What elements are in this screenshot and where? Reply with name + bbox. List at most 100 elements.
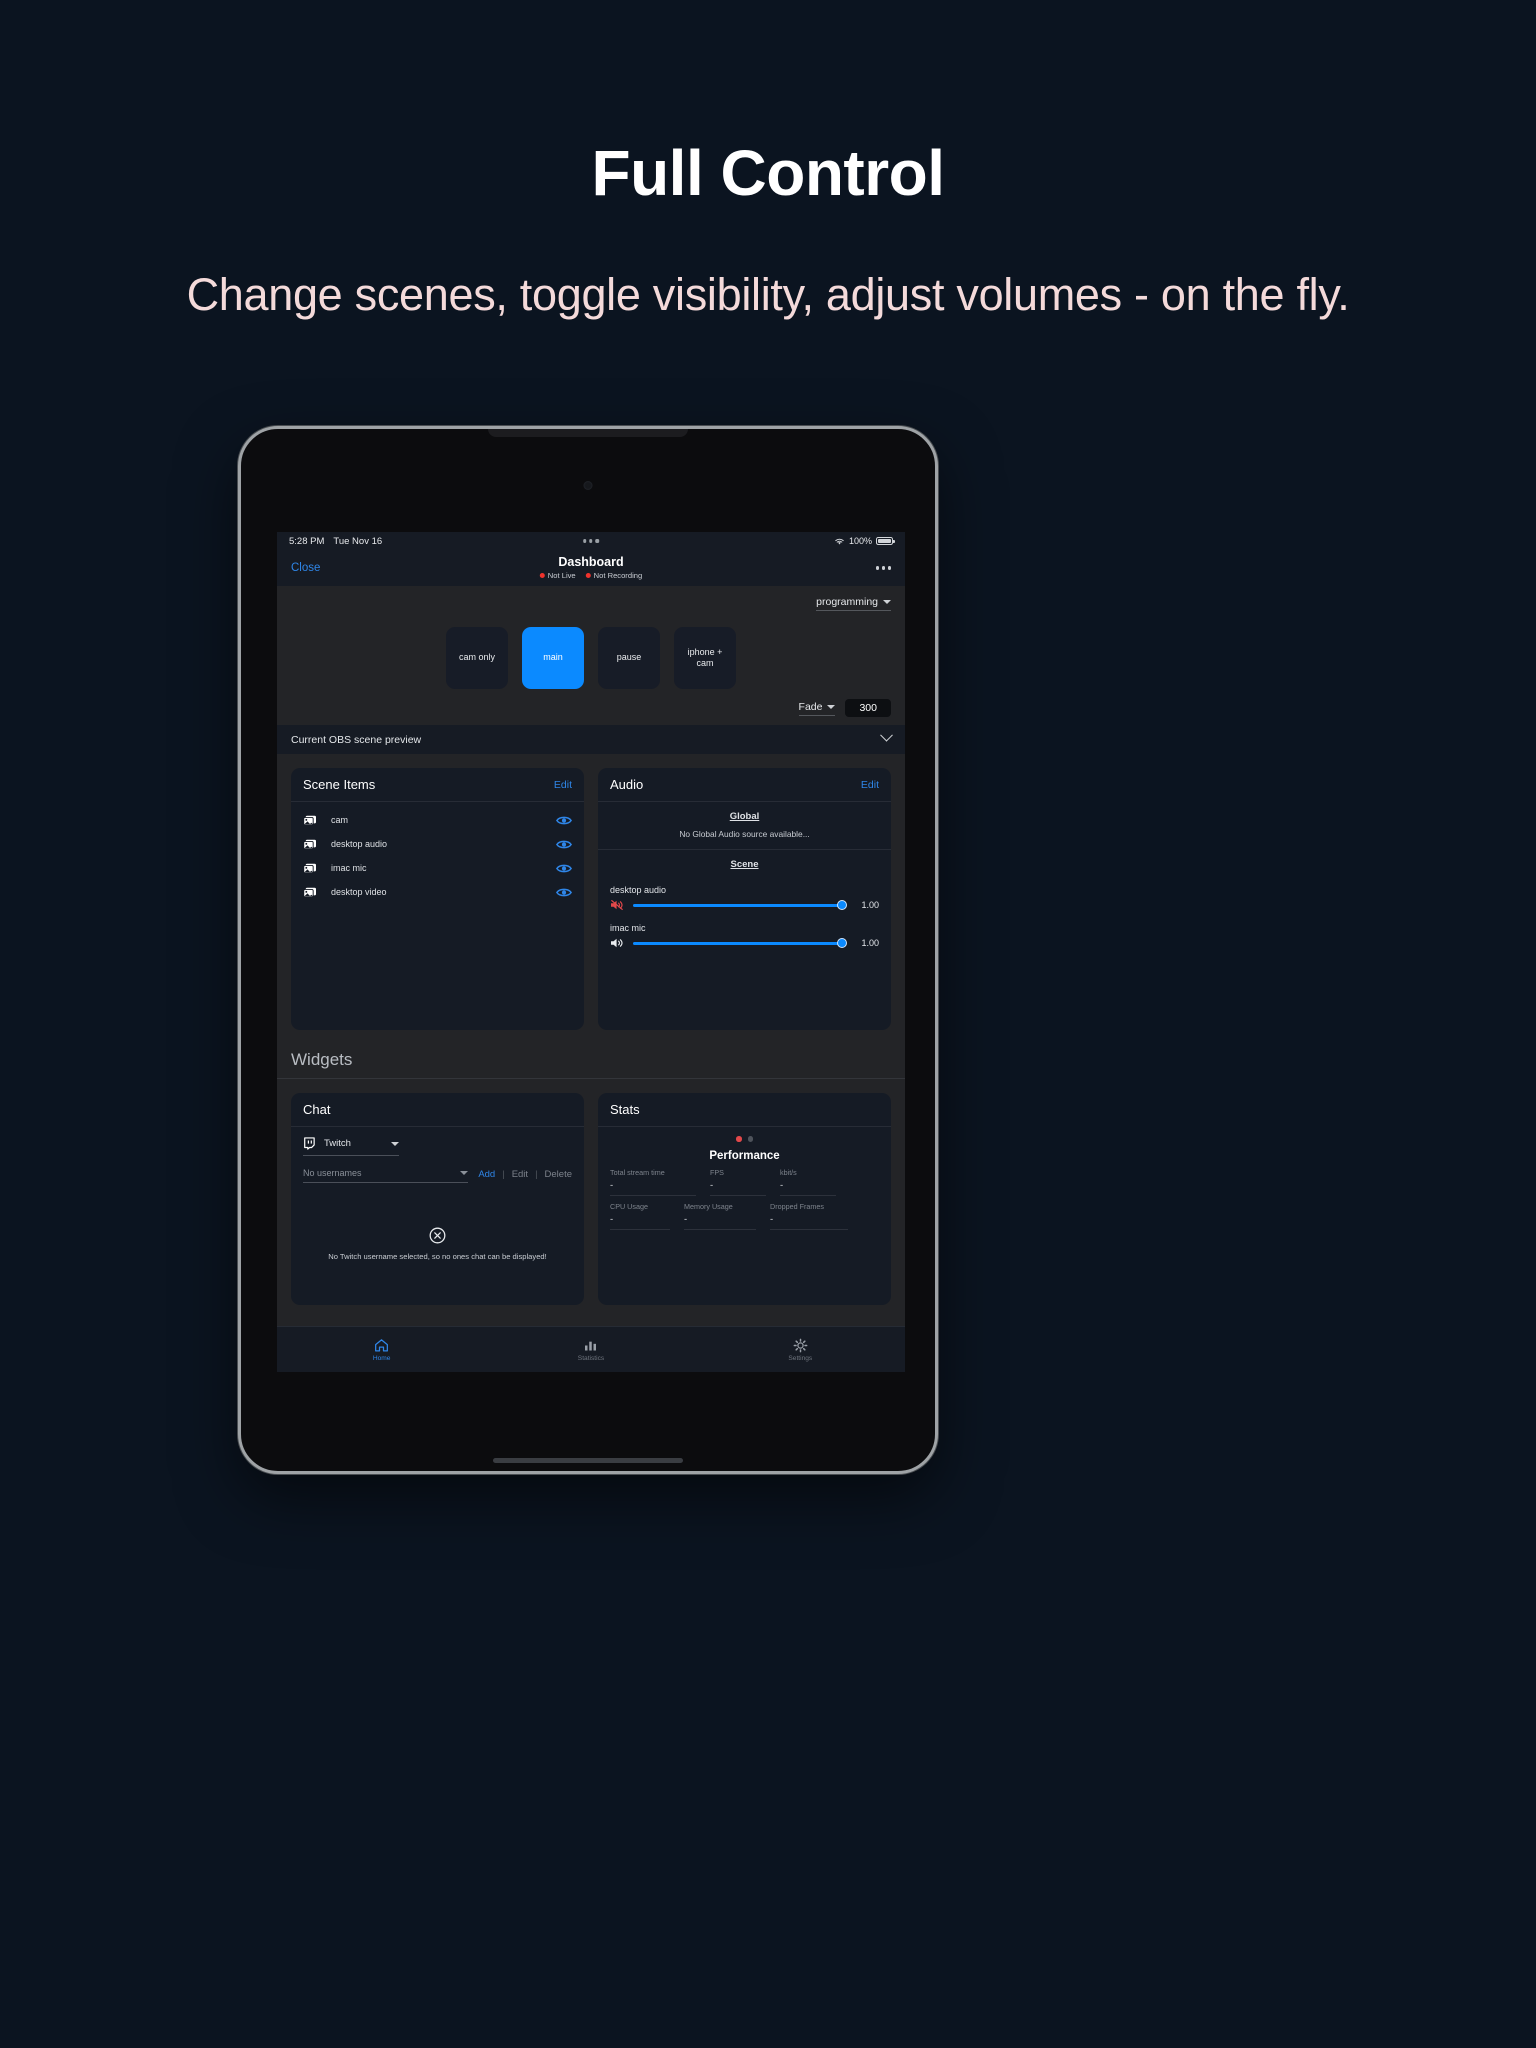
chat-username-dropdown[interactable]: No usernames [303,1168,469,1183]
top-panel-row: Scene Items Edit cam desktop audio imac … [277,754,905,1044]
audio-source-row: 1.00 [598,935,891,953]
chat-empty-message: No Twitch username selected, so no ones … [328,1251,547,1261]
scene-button-cam-only[interactable]: cam only [446,627,508,689]
chevron-down-icon [460,1171,469,1175]
page-dot-active[interactable] [736,1136,742,1142]
edit-username-button[interactable]: Edit [512,1169,528,1180]
metric-memory-usage: Memory Usage - [684,1202,756,1230]
list-item[interactable]: cam [291,808,584,832]
volume-slider[interactable] [633,937,847,949]
list-item[interactable]: imac mic [291,856,584,880]
list-item[interactable]: desktop audio [291,832,584,856]
metric-dropped-frames: Dropped Frames - [770,1202,848,1230]
tab-statistics[interactable]: Statistics [486,1338,695,1362]
slider-track [633,903,846,907]
stats-page-indicator[interactable] [598,1127,891,1146]
metric-value: - [610,1177,696,1196]
slider-knob[interactable] [837,938,847,948]
tablet-notch [488,429,688,437]
scene-preview-toggle[interactable]: Current OBS scene preview [277,725,905,754]
scene-button-pause[interactable]: pause [598,627,660,689]
live-status-label: Not Live [547,571,576,581]
speaker-muted-icon[interactable] [610,899,624,911]
dashboard-title: Dashboard [558,554,624,569]
error-circle-icon [429,1227,446,1243]
tab-settings[interactable]: Settings [696,1338,905,1362]
scene-button-main[interactable]: main [522,627,584,689]
scene-items-panel: Scene Items Edit cam desktop audio imac … [291,768,584,1030]
status-time: 5:28 PM [289,535,325,547]
metric-value: - [710,1177,766,1196]
ios-status-bar: 5:28 PM Tue Nov 16 100% [277,532,905,550]
widgets-heading: Widgets [277,1044,905,1079]
audio-source-name: imac mic [610,923,646,933]
home-indicator[interactable] [493,1458,683,1463]
scene-switcher-section: programming cam only main pause iphone +… [277,586,905,725]
app-navigation-bar: Close Dashboard Not Live Not Recording [277,550,905,586]
scene-item-label: cam [331,815,349,825]
scene-button-group: cam only main pause iphone + cam [291,627,891,689]
metric-value: - [770,1211,848,1230]
scene-item-label: imac mic [331,863,367,873]
recording-status-dot-icon [585,573,591,579]
tab-home[interactable]: Home [277,1338,486,1362]
add-username-button[interactable]: Add [478,1169,495,1180]
chevron-down-icon [883,600,891,604]
chevron-down-icon [880,728,893,742]
recording-status-label: Not Recording [593,571,643,581]
media-source-icon [303,839,316,850]
scene-audio-heading: Scene [730,859,759,870]
hero-subtitle: Change scenes, toggle visibility, adjust… [186,269,1350,321]
metric-label: FPS [710,1167,724,1177]
performance-metrics-grid: Total stream time - FPS - kbit/s - CPU U… [598,1168,891,1230]
scene-items-edit-button[interactable]: Edit [554,779,572,791]
chat-username-placeholder: No usernames [303,1168,362,1178]
list-item[interactable]: desktop video [291,880,584,904]
visibility-eye-icon[interactable] [556,815,572,826]
divider: | [502,1169,505,1180]
scene-collection-label: programming [816,596,878,608]
status-date: Tue Nov 16 [333,535,383,547]
metric-label: Memory Usage [684,1201,733,1211]
scene-button-iphone-cam[interactable]: iphone + cam [674,627,736,689]
scene-preview-label: Current OBS scene preview [291,733,422,746]
metric-fps: FPS - [710,1168,766,1196]
scene-collection-dropdown[interactable]: programming [816,596,891,611]
delete-username-button[interactable]: Delete [545,1169,572,1180]
visibility-eye-icon[interactable] [556,887,572,898]
tab-label: Statistics [577,1354,605,1362]
battery-percent-label: 100% [848,536,872,546]
app-window: 5:28 PM Tue Nov 16 100% Close Dashboard [277,532,905,1372]
metric-cpu-usage: CPU Usage - [610,1202,670,1230]
gear-icon [793,1338,808,1352]
volume-slider[interactable] [633,899,847,911]
slider-knob[interactable] [837,900,847,910]
audio-panel: Audio Edit Global No Global Audio source… [598,768,891,1030]
bottom-tab-bar: Home Statistics Settings [277,1326,905,1372]
metric-kbits: kbit/s - [780,1168,836,1196]
audio-title: Audio [610,777,644,792]
visibility-eye-icon[interactable] [556,839,572,850]
chat-empty-state: No Twitch username selected, so no ones … [291,1183,584,1305]
navbar-center: Dashboard Not Live Not Recording [539,554,643,581]
multitask-handle-icon[interactable] [583,539,599,543]
live-status-badge: Not Live [539,571,576,581]
transition-duration-input[interactable]: 300 [845,699,891,717]
scene-item-label: desktop video [331,887,387,897]
twitch-icon [304,1137,315,1150]
metric-label: Total stream time [610,1167,665,1177]
close-button[interactable]: Close [291,562,320,574]
metric-label: CPU Usage [610,1201,648,1211]
audio-edit-button[interactable]: Edit [861,779,879,791]
chevron-down-icon [391,1141,399,1146]
performance-section-title: Performance [709,1149,780,1162]
speaker-on-icon[interactable] [610,937,624,949]
divider: | [535,1169,538,1180]
more-options-icon[interactable] [875,566,891,570]
transition-type-dropdown[interactable]: Fade [798,701,836,716]
dashboard-body: Scene Items Edit cam desktop audio imac … [277,754,905,1326]
chat-platform-dropdown[interactable]: Twitch [303,1137,399,1156]
page-dot[interactable] [747,1136,753,1142]
visibility-eye-icon[interactable] [556,863,572,874]
media-source-icon [303,887,316,898]
